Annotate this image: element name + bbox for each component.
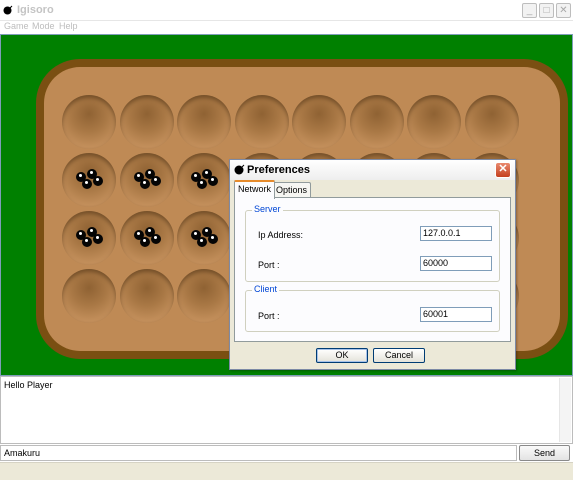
ip-address-input[interactable]: 127.0.0.1 [420, 226, 492, 241]
bomb-icon [3, 5, 13, 15]
seed-token [93, 234, 103, 244]
board-pit[interactable] [349, 95, 404, 149]
menu-mode[interactable]: Mode [32, 21, 55, 31]
seed-token [82, 237, 92, 247]
board-pit[interactable] [119, 153, 174, 207]
ok-button[interactable]: OK [316, 348, 368, 363]
send-button[interactable]: Send [519, 445, 570, 461]
chat-scrollbar[interactable] [559, 378, 571, 442]
close-icon: ✕ [498, 163, 508, 175]
close-button[interactable]: ✕ [556, 3, 571, 18]
seed-token [150, 176, 161, 186]
dialog-titlebar[interactable]: Preferences ✕ [230, 160, 515, 180]
seed-token [82, 179, 92, 189]
client-port-label: Port : [258, 311, 280, 321]
board-pit[interactable] [119, 95, 174, 149]
minimize-icon: _ [526, 5, 533, 16]
board-pit[interactable] [177, 95, 231, 149]
seed-token [93, 176, 103, 186]
seed-token [197, 179, 207, 189]
cancel-button[interactable]: Cancel [373, 348, 425, 363]
seed-token [197, 237, 207, 247]
chat-input[interactable]: Amakuru [0, 445, 517, 461]
board-pit[interactable] [464, 95, 519, 149]
board-pit[interactable] [234, 95, 289, 149]
app-title: Igisoro [17, 4, 54, 16]
board-pit[interactable] [177, 153, 231, 207]
chat-log: Hello Player [0, 376, 573, 444]
maximize-icon: □ [543, 5, 550, 16]
status-bar [0, 462, 573, 480]
network-panel: Server Ip Address: 127.0.0.1 Port : 6000… [234, 197, 511, 342]
server-legend: Server [252, 204, 283, 214]
client-group: Client Port : 60001 [245, 284, 500, 332]
seed-token [139, 237, 150, 247]
bomb-icon [234, 164, 245, 175]
preferences-dialog: Preferences ✕ Network Options Server Ip … [229, 159, 516, 370]
menu-game[interactable]: Game [4, 21, 29, 31]
maximize-button[interactable]: □ [539, 3, 554, 18]
board-pit[interactable] [62, 95, 116, 149]
board-pit[interactable] [119, 269, 174, 323]
ip-address-label: Ip Address: [258, 230, 304, 240]
seed-token [139, 179, 150, 189]
menu-bar: Game Mode Help [0, 21, 573, 34]
client-legend: Client [252, 284, 280, 294]
board-pit[interactable] [177, 211, 231, 265]
tab-network[interactable]: Network [234, 180, 276, 199]
server-port-label: Port : [258, 260, 280, 270]
board-pit[interactable] [177, 269, 231, 323]
server-group: Server Ip Address: 127.0.0.1 Port : 6000… [245, 204, 500, 282]
dialog-title: Preferences [247, 164, 310, 176]
chat-message: Hello Player [4, 380, 53, 390]
dialog-close-button[interactable]: ✕ [495, 162, 511, 178]
board-pit[interactable] [292, 95, 346, 149]
minimize-button[interactable]: _ [522, 3, 537, 18]
close-icon: ✕ [559, 5, 568, 16]
seed-token [150, 234, 161, 244]
board-pit[interactable] [119, 211, 174, 265]
board-pit[interactable] [407, 95, 461, 149]
client-port-input[interactable]: 60001 [420, 307, 492, 322]
board-pit[interactable] [62, 269, 116, 323]
seed-token [208, 234, 218, 244]
menu-help[interactable]: Help [59, 21, 78, 31]
tab-options[interactable]: Options [272, 182, 312, 198]
board-pit[interactable] [62, 153, 116, 207]
board-pit[interactable] [62, 211, 116, 265]
seed-token [208, 176, 218, 186]
server-port-input[interactable]: 60000 [420, 256, 492, 271]
app-titlebar: Igisoro _ □ ✕ [0, 0, 573, 21]
